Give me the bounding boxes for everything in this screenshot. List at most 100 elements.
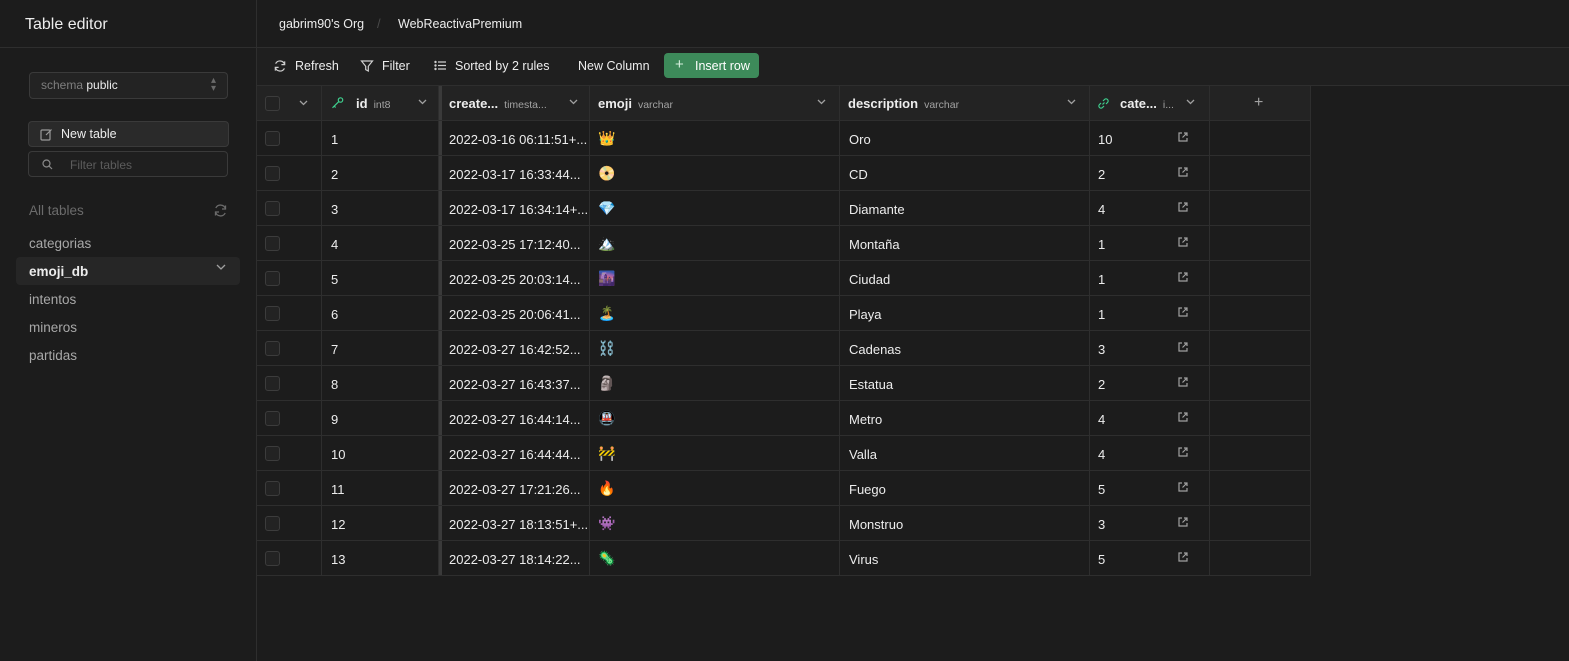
cell-id[interactable]: 7	[322, 331, 439, 365]
row-checkbox[interactable]	[265, 271, 280, 286]
cell-created[interactable]: 2022-03-27 16:43:37...	[439, 366, 590, 400]
select-all-checkbox[interactable]	[265, 96, 280, 111]
add-column-button[interactable]: +	[1254, 94, 1263, 112]
column-header-emoji[interactable]: emoji varchar	[590, 86, 840, 120]
new-column-button[interactable]: New Column	[578, 59, 650, 73]
cell-categoria[interactable]: 4	[1090, 401, 1210, 435]
external-link-icon[interactable]	[1177, 236, 1189, 248]
row-checkbox[interactable]	[265, 166, 280, 181]
cell-id[interactable]: 8	[322, 366, 439, 400]
cell-id[interactable]: 10	[322, 436, 439, 470]
external-link-icon[interactable]	[1177, 166, 1189, 178]
cell-emoji[interactable]: 🦠	[590, 541, 840, 575]
cell-description[interactable]: CD	[840, 156, 1090, 190]
cell-emoji[interactable]: 📀	[590, 156, 840, 190]
cell-created[interactable]: 2022-03-16 06:11:51+...	[439, 121, 590, 155]
cell-emoji[interactable]: 👑	[590, 121, 840, 155]
external-link-icon[interactable]	[1177, 376, 1189, 388]
external-link-icon[interactable]	[1177, 131, 1189, 143]
column-header-created[interactable]: create... timesta...	[439, 86, 590, 120]
cell-created[interactable]: 2022-03-27 18:13:51+...	[439, 506, 590, 540]
cell-created[interactable]: 2022-03-25 17:12:40...	[439, 226, 590, 260]
row-checkbox[interactable]	[265, 131, 280, 146]
insert-row-button[interactable]: + Insert row	[664, 53, 759, 78]
cell-id[interactable]: 9	[322, 401, 439, 435]
cell-created[interactable]: 2022-03-17 16:33:44...	[439, 156, 590, 190]
sidebar-item-partidas[interactable]: partidas	[16, 341, 240, 369]
external-link-icon[interactable]	[1177, 306, 1189, 318]
breadcrumb-project[interactable]: WebReactivaPremium	[398, 17, 522, 31]
cell-categoria[interactable]: 4	[1090, 436, 1210, 470]
cell-id[interactable]: 13	[322, 541, 439, 575]
filter-tables-input[interactable]: Filter tables	[28, 151, 228, 177]
row-checkbox[interactable]	[265, 551, 280, 566]
cell-categoria[interactable]: 5	[1090, 541, 1210, 575]
cell-categoria[interactable]: 3	[1090, 331, 1210, 365]
cell-description[interactable]: Cadenas	[840, 331, 1090, 365]
cell-emoji[interactable]: 💎	[590, 191, 840, 225]
cell-emoji[interactable]: ⛓️	[590, 331, 840, 365]
cell-emoji[interactable]: 🗿	[590, 366, 840, 400]
row-checkbox[interactable]	[265, 446, 280, 461]
external-link-icon[interactable]	[1177, 411, 1189, 423]
external-link-icon[interactable]	[1177, 551, 1189, 563]
cell-emoji[interactable]: 👾	[590, 506, 840, 540]
sidebar-item-mineros[interactable]: mineros	[16, 313, 240, 341]
cell-id[interactable]: 5	[322, 261, 439, 295]
cell-categoria[interactable]: 10	[1090, 121, 1210, 155]
cell-emoji[interactable]: 🚧	[590, 436, 840, 470]
row-checkbox[interactable]	[265, 341, 280, 356]
cell-description[interactable]: Virus	[840, 541, 1090, 575]
cell-emoji[interactable]: 🚇	[590, 401, 840, 435]
cell-description[interactable]: Estatua	[840, 366, 1090, 400]
cell-emoji[interactable]: 🌆	[590, 261, 840, 295]
cell-description[interactable]: Montaña	[840, 226, 1090, 260]
chevron-down-icon[interactable]	[216, 264, 226, 271]
cell-created[interactable]: 2022-03-25 20:03:14...	[439, 261, 590, 295]
cell-categoria[interactable]: 4	[1090, 191, 1210, 225]
cell-emoji[interactable]: 🏝️	[590, 296, 840, 330]
cell-id[interactable]: 2	[322, 156, 439, 190]
cell-description[interactable]: Diamante	[840, 191, 1090, 225]
external-link-icon[interactable]	[1177, 201, 1189, 213]
row-checkbox[interactable]	[265, 411, 280, 426]
cell-description[interactable]: Fuego	[840, 471, 1090, 505]
cell-categoria[interactable]: 3	[1090, 506, 1210, 540]
row-checkbox[interactable]	[265, 376, 280, 391]
external-link-icon[interactable]	[1177, 341, 1189, 353]
new-table-button[interactable]: New table	[28, 121, 229, 147]
cell-categoria[interactable]: 5	[1090, 471, 1210, 505]
cell-emoji[interactable]: 🔥	[590, 471, 840, 505]
cell-id[interactable]: 3	[322, 191, 439, 225]
cell-categoria[interactable]: 2	[1090, 156, 1210, 190]
sidebar-item-intentos[interactable]: intentos	[16, 285, 240, 313]
cell-id[interactable]: 12	[322, 506, 439, 540]
external-link-icon[interactable]	[1177, 271, 1189, 283]
sort-button[interactable]: Sorted by 2 rules	[434, 59, 550, 73]
chevron-down-icon[interactable]	[1067, 99, 1076, 105]
sidebar-item-categorias[interactable]: categorias	[16, 229, 240, 257]
chevron-down-icon[interactable]	[817, 99, 826, 105]
external-link-icon[interactable]	[1177, 516, 1189, 528]
cell-description[interactable]: Valla	[840, 436, 1090, 470]
cell-description[interactable]: Metro	[840, 401, 1090, 435]
filter-button[interactable]: Filter	[360, 59, 410, 73]
cell-created[interactable]: 2022-03-27 17:21:26...	[439, 471, 590, 505]
breadcrumb-org[interactable]: gabrim90's Org	[279, 17, 364, 31]
cell-created[interactable]: 2022-03-27 16:44:44...	[439, 436, 590, 470]
cell-categoria[interactable]: 1	[1090, 296, 1210, 330]
refresh-button[interactable]: Refresh	[273, 59, 339, 73]
row-checkbox[interactable]	[265, 516, 280, 531]
chevron-down-icon[interactable]	[569, 99, 578, 105]
column-header-id[interactable]: id int8	[322, 86, 439, 120]
external-link-icon[interactable]	[1177, 481, 1189, 493]
column-header-description[interactable]: description varchar	[840, 86, 1090, 120]
row-checkbox[interactable]	[265, 306, 280, 321]
cell-created[interactable]: 2022-03-17 16:34:14+...	[439, 191, 590, 225]
cell-created[interactable]: 2022-03-27 16:42:52...	[439, 331, 590, 365]
cell-created[interactable]: 2022-03-27 16:44:14...	[439, 401, 590, 435]
cell-created[interactable]: 2022-03-25 20:06:41...	[439, 296, 590, 330]
chevron-down-icon[interactable]	[299, 100, 308, 106]
cell-categoria[interactable]: 2	[1090, 366, 1210, 400]
cell-created[interactable]: 2022-03-27 18:14:22...	[439, 541, 590, 575]
